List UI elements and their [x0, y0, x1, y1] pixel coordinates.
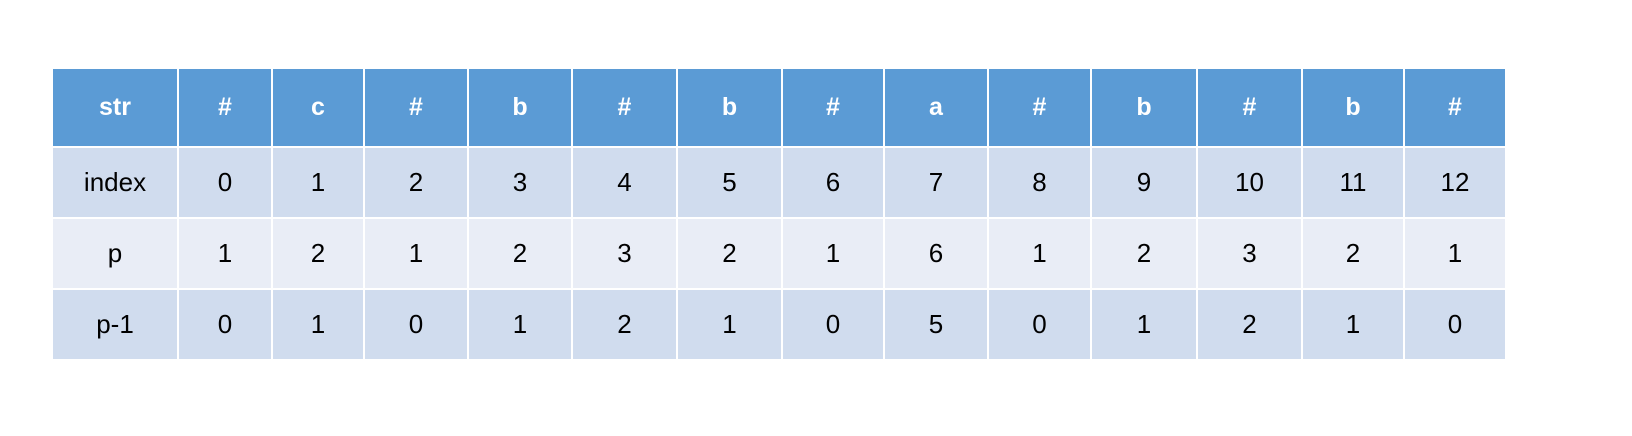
table-cell: 1 [1405, 219, 1505, 288]
row-label-str: str [53, 69, 177, 146]
header-cell: # [783, 69, 883, 146]
table-cell: 8 [989, 148, 1090, 217]
row-label: index [53, 148, 177, 217]
manacher-table: str # c # b # b # a # b # b # index 0 1 2 3 4 5 6 7 8 9 10 11 12 p 1… [51, 67, 1507, 361]
header-cell: b [1092, 69, 1196, 146]
table-cell: 1 [273, 290, 363, 359]
table-cell: 2 [1092, 219, 1196, 288]
table-cell: 0 [179, 148, 271, 217]
header-cell: # [573, 69, 676, 146]
table-cell: 1 [365, 219, 467, 288]
table-cell: 1 [179, 219, 271, 288]
header-cell: b [678, 69, 781, 146]
table-cell: 1 [783, 219, 883, 288]
table-cell: 2 [573, 290, 676, 359]
table-cell: 2 [365, 148, 467, 217]
row-label: p-1 [53, 290, 177, 359]
table-cell: 1 [273, 148, 363, 217]
table-row: index 0 1 2 3 4 5 6 7 8 9 10 11 12 [53, 148, 1505, 217]
table-row: p-1 0 1 0 1 2 1 0 5 0 1 2 1 0 [53, 290, 1505, 359]
table-cell: 9 [1092, 148, 1196, 217]
table-cell: 6 [783, 148, 883, 217]
table-cell: 1 [678, 290, 781, 359]
table-cell: 11 [1303, 148, 1403, 217]
header-cell: # [1198, 69, 1301, 146]
table-cell: 7 [885, 148, 987, 217]
header-cell: b [469, 69, 571, 146]
table-cell: 5 [678, 148, 781, 217]
table-cell: 6 [885, 219, 987, 288]
table-cell: 1 [1092, 290, 1196, 359]
table-cell: 1 [989, 219, 1090, 288]
table-cell: 10 [1198, 148, 1301, 217]
table-cell: 3 [469, 148, 571, 217]
header-cell: c [273, 69, 363, 146]
table-cell: 4 [573, 148, 676, 217]
table-cell: 0 [783, 290, 883, 359]
header-cell: b [1303, 69, 1403, 146]
table-cell: 0 [1405, 290, 1505, 359]
row-label: p [53, 219, 177, 288]
header-cell: a [885, 69, 987, 146]
header-cell: # [1405, 69, 1505, 146]
table-cell: 12 [1405, 148, 1505, 217]
table-cell: 2 [469, 219, 571, 288]
table-cell: 1 [469, 290, 571, 359]
table-cell: 0 [989, 290, 1090, 359]
table-cell: 0 [179, 290, 271, 359]
header-cell: # [989, 69, 1090, 146]
table-cell: 3 [573, 219, 676, 288]
table-cell: 0 [365, 290, 467, 359]
table-cell: 3 [1198, 219, 1301, 288]
table-cell: 1 [1303, 290, 1403, 359]
table-cell: 2 [1303, 219, 1403, 288]
header-cell: # [365, 69, 467, 146]
table-row: p1212321612321 [53, 219, 1505, 288]
table-cell: 2 [1198, 290, 1301, 359]
table-cell: 2 [678, 219, 781, 288]
table-cell: 5 [885, 290, 987, 359]
header-cell: # [179, 69, 271, 146]
header-row: str # c # b # b # a # b # b # [53, 69, 1505, 146]
table-cell: 2 [273, 219, 363, 288]
